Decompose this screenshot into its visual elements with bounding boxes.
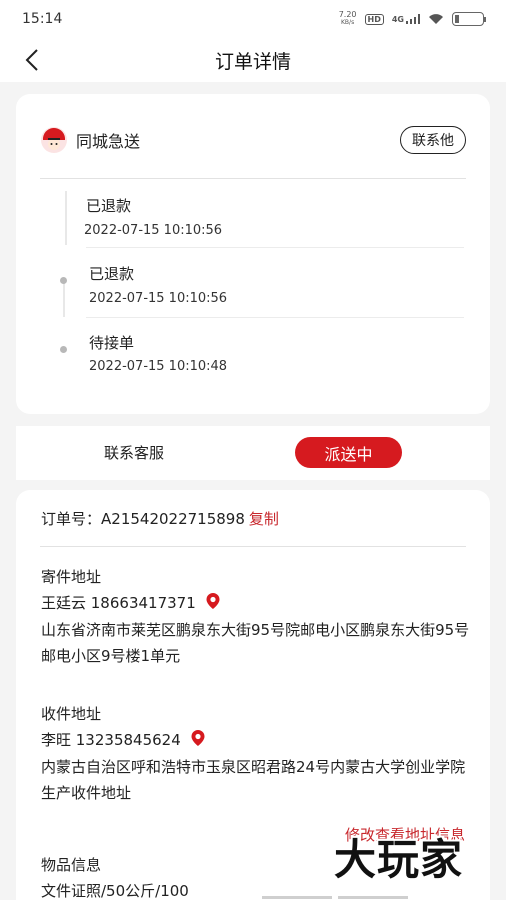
courier-avatar-icon	[41, 127, 67, 153]
order-number: A21542022715898	[101, 510, 245, 528]
contact-service-button[interactable]: 联系客服	[104, 442, 164, 463]
receiver-contact: 李旺 13235845624	[41, 729, 206, 750]
timeline-dot	[60, 346, 67, 353]
timeline-line	[63, 281, 65, 317]
battery-icon	[452, 12, 486, 26]
net-speed-unit: KB/s	[341, 19, 355, 26]
timeline-status: 已退款	[89, 265, 135, 283]
location-pin-icon[interactable]	[205, 592, 221, 610]
net-speed-value: 7.20	[338, 10, 357, 19]
timeline-time: 2022-07-15 10:10:56	[89, 291, 228, 306]
location-pin-icon[interactable]	[190, 729, 206, 747]
courier-card: 同城急送 联系他 已退款 2022-07-15 10:10:56 已退款 202…	[16, 94, 490, 414]
timeline-time: 2022-07-15 10:10:48	[89, 359, 228, 374]
net-speed: 7.20 KB/s	[339, 11, 357, 27]
courier-name: 同城急送	[76, 132, 141, 151]
courier-row: 同城急送 联系他	[40, 124, 466, 156]
timeline-dot	[60, 277, 67, 284]
timeline-status: 已退款	[86, 197, 132, 215]
back-button[interactable]	[20, 46, 44, 74]
divider	[40, 546, 466, 547]
item-title: 物品信息	[41, 856, 102, 874]
sender-title: 寄件地址	[41, 568, 102, 586]
timeline-separator	[86, 317, 464, 318]
order-number-label: 订单号：	[41, 510, 102, 528]
delivery-status-button[interactable]: 派送中	[295, 437, 402, 468]
sender-name-phone: 王廷云 18663417371	[41, 594, 196, 612]
signal-icon: 4G	[392, 14, 420, 24]
item-desc: 文件证照/50公斤/100	[41, 882, 189, 900]
action-bar: 联系客服 派送中	[16, 426, 490, 480]
contact-courier-button[interactable]: 联系他	[400, 126, 466, 154]
timeline-line	[65, 191, 67, 245]
hd-badge: HD	[364, 13, 384, 25]
wifi-icon	[429, 14, 443, 24]
status-time: 15:14	[22, 11, 63, 27]
nav-bar: 订单详情	[0, 38, 506, 82]
home-indicator	[262, 896, 332, 899]
order-number-row: 订单号：A21542022715898 复制	[41, 508, 279, 529]
receiver-address: 内蒙古自治区呼和浩特市玉泉区昭君路24号内蒙古大学创业学院生产收件地址	[41, 758, 466, 802]
status-icons: 7.20 KB/s HD 4G	[339, 11, 486, 27]
receiver-name-phone: 李旺 13235845624	[41, 731, 181, 749]
network-type: 4G	[391, 15, 404, 24]
sender-contact: 王廷云 18663417371	[41, 592, 221, 613]
status-bar: 15:14 7.20 KB/s HD 4G	[0, 0, 506, 38]
sender-address: 山东省济南市莱芜区鹏泉东大街95号院邮电小区鹏泉东大街95号邮电小区9号楼1单元	[41, 621, 470, 665]
chevron-left-icon	[25, 49, 38, 71]
timeline-time: 2022-07-15 10:10:56	[84, 223, 223, 238]
copy-button[interactable]: 复制	[249, 510, 279, 528]
receiver-title: 收件地址	[41, 705, 102, 723]
home-indicator	[338, 896, 408, 899]
timeline-status: 待接单	[89, 334, 135, 352]
page-title: 订单详情	[214, 50, 291, 73]
timeline-separator	[86, 247, 464, 248]
status-timeline: 已退款 2022-07-15 10:10:56 已退款 2022-07-15 1…	[16, 179, 490, 409]
watermark-logo: 大玩家	[334, 835, 464, 884]
